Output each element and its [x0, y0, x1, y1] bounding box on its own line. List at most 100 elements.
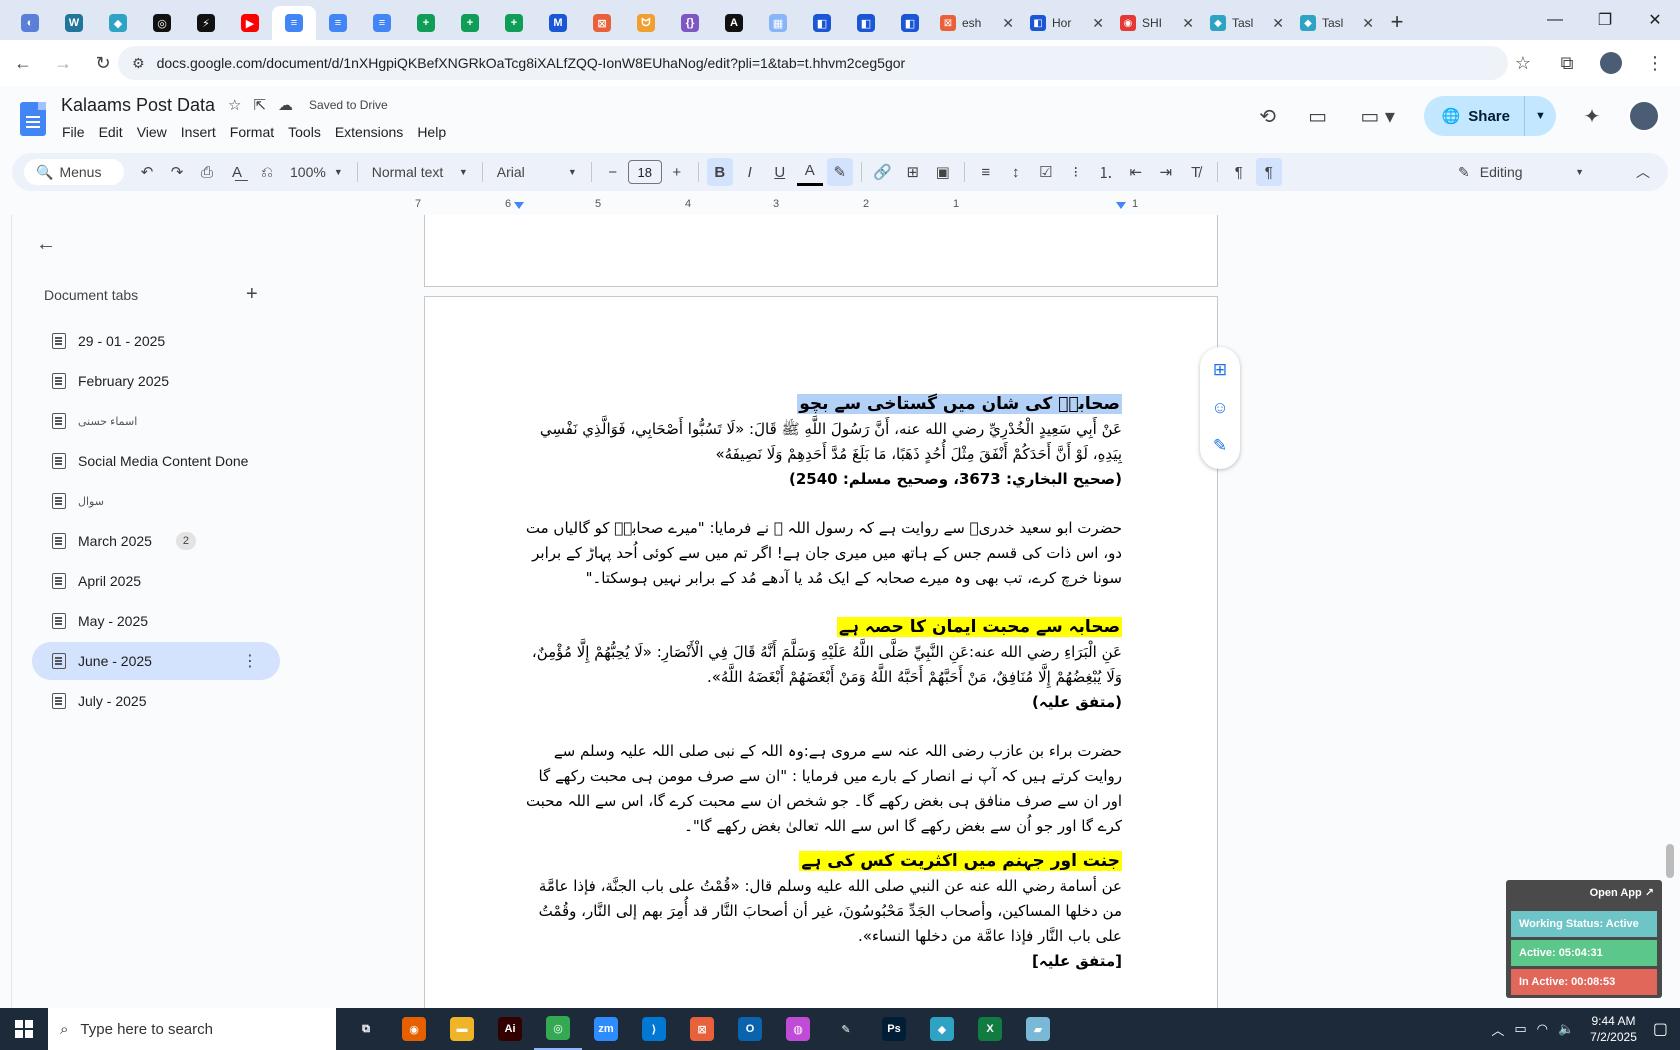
- browser-tab[interactable]: ⊠: [580, 6, 624, 40]
- site-info-icon[interactable]: ⚙: [132, 55, 145, 72]
- photoshop-taskbar-button[interactable]: Ps: [870, 1008, 918, 1050]
- cloud-saved-icon[interactable]: ☁: [278, 96, 293, 114]
- insert-image-icon[interactable]: ▣: [930, 158, 956, 186]
- document-body[interactable]: صحابہؓ کی شان میں گستاخی سے بچو عَنْ أَب…: [520, 392, 1122, 974]
- menu-format[interactable]: Format: [230, 124, 274, 140]
- document-tab[interactable]: سوال: [32, 482, 280, 520]
- meet-icon[interactable]: ▭ ▾: [1354, 102, 1402, 130]
- extensions-icon[interactable]: ⧉: [1552, 46, 1582, 80]
- restore-button[interactable]: ❐: [1580, 0, 1630, 40]
- decrease-font-size-icon[interactable]: −: [600, 158, 626, 186]
- document-title[interactable]: Kalaams Post Data: [61, 95, 215, 116]
- vscode-taskbar-button[interactable]: ⟩: [630, 1008, 678, 1050]
- menus-search[interactable]: 🔍 Menus: [24, 159, 124, 185]
- browser-tab[interactable]: +: [492, 6, 536, 40]
- browser-tab[interactable]: ◎: [140, 6, 184, 40]
- browser-tab[interactable]: ᗢ: [624, 6, 668, 40]
- browser-tab[interactable]: ◆: [96, 6, 140, 40]
- back-button[interactable]: ←: [6, 46, 40, 80]
- left-indent-marker[interactable]: [514, 202, 524, 209]
- app-taskbar-button[interactable]: ▰: [1014, 1008, 1062, 1050]
- url-bar[interactable]: ⚙ docs.google.com/document/d/1nXHgpiQKBe…: [118, 46, 1508, 80]
- browser-tab[interactable]: ◉ SHI ✕: [1112, 6, 1202, 40]
- document-tab[interactable]: April 2025: [32, 562, 280, 600]
- app-taskbar-button[interactable]: ⊠: [678, 1008, 726, 1050]
- docs-logo-icon[interactable]: [20, 102, 46, 136]
- share-button[interactable]: 🌐 Share: [1424, 96, 1524, 136]
- app-taskbar-button[interactable]: ◍: [774, 1008, 822, 1050]
- font-select[interactable]: Arial ▼: [489, 164, 585, 180]
- app-taskbar-button[interactable]: ◆: [918, 1008, 966, 1050]
- document-tab[interactable]: July - 2025: [32, 682, 280, 720]
- emoji-reaction-icon[interactable]: ☺: [1211, 398, 1228, 418]
- rtl-icon[interactable]: ¶: [1255, 158, 1282, 186]
- chrome-taskbar-button[interactable]: ◎: [534, 1008, 582, 1050]
- wifi-icon[interactable]: ◠: [1537, 1021, 1548, 1037]
- share-dropdown-button[interactable]: ▼: [1524, 96, 1556, 136]
- network-icon[interactable]: ▭: [1514, 1021, 1526, 1037]
- menu-tools[interactable]: Tools: [288, 124, 321, 140]
- checklist-icon[interactable]: ☑: [1033, 158, 1059, 186]
- browser-tab[interactable]: ≡: [360, 6, 404, 40]
- horizontal-ruler[interactable]: 7 6 5 4 3 2 1 1: [395, 198, 1217, 212]
- scrollbar-thumb[interactable]: [1666, 844, 1674, 878]
- browser-tab[interactable]: M: [536, 6, 580, 40]
- browser-tab[interactable]: ◧: [888, 6, 932, 40]
- browser-tab[interactable]: A: [712, 6, 756, 40]
- bulleted-list-icon[interactable]: ⁝: [1063, 158, 1089, 186]
- more-options-icon[interactable]: ⋮: [242, 651, 258, 671]
- task-view-taskbar-button[interactable]: ⧉: [342, 1008, 390, 1050]
- browser-tab[interactable]: ⚡: [184, 6, 228, 40]
- browser-menu-icon[interactable]: ⋮: [1640, 46, 1670, 80]
- add-tab-button[interactable]: +: [246, 283, 258, 306]
- close-tabs-panel-icon[interactable]: ←: [36, 233, 56, 256]
- highlight-color-icon[interactable]: ✎: [826, 158, 853, 186]
- add-comment-icon[interactable]: ⊞: [900, 158, 926, 186]
- browser-tab[interactable]: W: [52, 6, 96, 40]
- right-indent-marker[interactable]: [1116, 202, 1126, 209]
- suggest-edits-icon[interactable]: ✎: [1213, 436, 1227, 456]
- document-tab[interactable]: May - 2025: [32, 602, 280, 640]
- close-tab-icon[interactable]: ✕: [1272, 15, 1284, 32]
- start-button[interactable]: [0, 1008, 48, 1050]
- file-explorer-taskbar-button[interactable]: ▬: [438, 1008, 486, 1050]
- browser-tab[interactable]: ▦: [756, 6, 800, 40]
- redo-icon[interactable]: ↷: [164, 158, 190, 186]
- reload-button[interactable]: ↻: [86, 46, 120, 80]
- browser-tab[interactable]: ◧ Hor ✕: [1022, 6, 1112, 40]
- paint-format-icon[interactable]: ⎌: [254, 158, 280, 186]
- close-tab-icon[interactable]: ✕: [1092, 15, 1104, 32]
- firefox-taskbar-button[interactable]: ◉: [390, 1008, 438, 1050]
- increase-font-size-icon[interactable]: +: [664, 158, 690, 186]
- notifications-icon[interactable]: ▢: [1653, 1019, 1668, 1039]
- italic-icon[interactable]: I: [737, 158, 763, 186]
- editing-mode-select[interactable]: ✎ Editing ▼: [1458, 153, 1584, 191]
- spellcheck-icon[interactable]: A͟: [224, 158, 250, 186]
- excel-taskbar-button[interactable]: X: [966, 1008, 1014, 1050]
- account-avatar[interactable]: [1628, 100, 1660, 132]
- version-history-icon[interactable]: ⟲: [1254, 102, 1282, 130]
- profile-avatar[interactable]: [1596, 46, 1626, 80]
- numbered-list-icon[interactable]: ⒈: [1093, 158, 1119, 186]
- document-tab[interactable]: 29 - 01 - 2025: [32, 322, 280, 360]
- menu-help[interactable]: Help: [417, 124, 446, 140]
- browser-tab[interactable]: ⊠ esh ✕: [932, 6, 1022, 40]
- style-select[interactable]: Normal text ▼: [364, 164, 476, 180]
- document-tab[interactable]: March 2025 2: [32, 522, 280, 560]
- bookmark-star-icon[interactable]: ☆: [1508, 46, 1538, 80]
- font-size-input[interactable]: 18: [627, 160, 662, 184]
- clock[interactable]: 9:44 AM 7/2/2025: [1584, 1013, 1643, 1045]
- menu-view[interactable]: View: [137, 124, 167, 140]
- close-tab-icon[interactable]: ✕: [1002, 15, 1014, 32]
- menu-file[interactable]: File: [62, 124, 85, 140]
- insert-link-icon[interactable]: 🔗: [870, 158, 896, 186]
- browser-tab[interactable]: ◧: [800, 6, 844, 40]
- menu-extensions[interactable]: Extensions: [335, 124, 403, 140]
- menu-edit[interactable]: Edit: [99, 124, 123, 140]
- browser-tab[interactable]: {}: [668, 6, 712, 40]
- volume-icon[interactable]: 🔈: [1558, 1021, 1574, 1037]
- align-icon[interactable]: ≡: [973, 158, 999, 186]
- browser-tab[interactable]: ◆ Tasl ✕: [1292, 6, 1382, 40]
- hide-menus-icon[interactable]: ︿: [1636, 153, 1650, 191]
- browser-tab[interactable]: ≡: [316, 6, 360, 40]
